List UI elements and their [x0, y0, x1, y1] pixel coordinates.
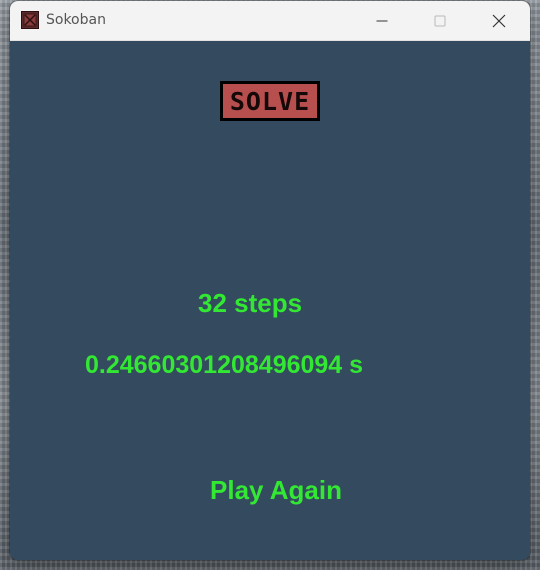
solve-button-label: SOLVE: [229, 86, 311, 116]
maximize-button[interactable]: [411, 1, 469, 40]
minimize-button[interactable]: [353, 1, 411, 40]
play-again-button[interactable]: Play Again: [210, 475, 342, 506]
steps-count: 32 steps: [198, 288, 303, 318]
maximize-icon: [434, 15, 446, 26]
app-window: Sokoban SOLVE 32 steps 0.246603012084960…: [10, 1, 530, 560]
title-bar[interactable]: Sokoban: [10, 1, 530, 41]
window-title: Sokoban: [46, 12, 106, 28]
app-icon: [21, 11, 39, 29]
solve-button-face: SOLVE: [223, 84, 317, 118]
solve-button[interactable]: SOLVE: [220, 81, 320, 121]
close-icon: [492, 14, 506, 27]
minimize-icon: [376, 20, 388, 21]
close-button[interactable]: [470, 1, 528, 40]
game-area: SOLVE 32 steps 0.24660301208496094 s Pla…: [10, 41, 530, 560]
solve-time: 0.24660301208496094 s: [85, 351, 364, 379]
